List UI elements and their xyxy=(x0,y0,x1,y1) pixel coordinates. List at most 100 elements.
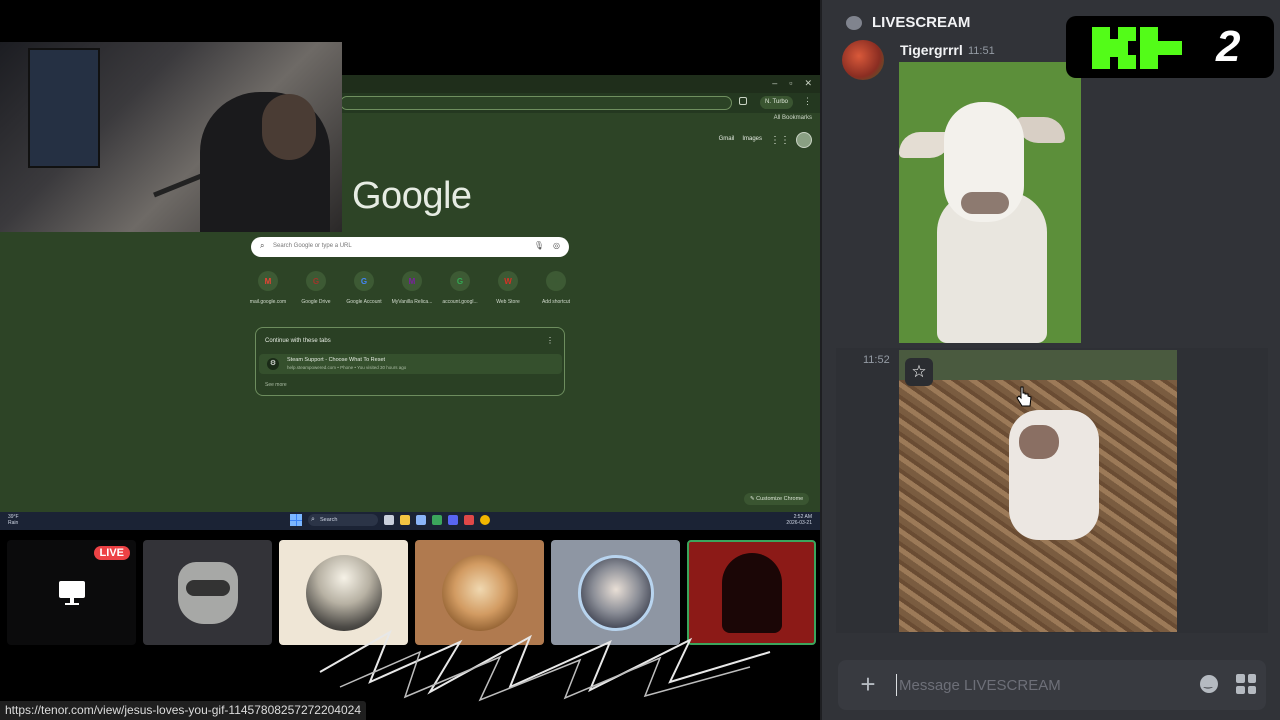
shortcut-label: Google Drive xyxy=(301,299,331,305)
shortcut-favicon-icon: + xyxy=(546,271,566,291)
window-controls: – ▫ ✕ xyxy=(772,78,812,89)
shortcut-label: MyVanilla Relica... xyxy=(391,299,433,305)
file-explorer-icon[interactable] xyxy=(400,515,410,525)
see-more-link[interactable]: See more xyxy=(265,382,287,388)
shortcut-tile[interactable]: G Google Account xyxy=(340,271,388,305)
message-author-name[interactable]: Tigergrrrl xyxy=(900,42,963,58)
taskbar-search[interactable]: Search xyxy=(308,514,378,526)
browser-menu-icon[interactable]: ⋮ xyxy=(803,96,812,107)
shortcut-tile[interactable]: + Add shortcut xyxy=(532,271,580,305)
shortcut-label: mail.google.com xyxy=(249,299,287,305)
baby-goat-spot xyxy=(1019,425,1059,459)
taskbar-clock[interactable]: 2:52 AM 2026-03-21 xyxy=(786,514,812,526)
media-app-icon[interactable] xyxy=(464,515,474,525)
channel-name: LIVESCREAM xyxy=(872,14,971,31)
favorite-star-icon[interactable]: ☆ xyxy=(905,358,933,386)
message-author-avatar[interactable] xyxy=(842,40,884,80)
store-icon[interactable] xyxy=(416,515,426,525)
message-timestamp: 11:52 xyxy=(863,354,890,366)
microphone-icon[interactable]: 🎙 xyxy=(534,241,544,250)
google-apps-icon[interactable]: ⋮⋮ xyxy=(770,135,790,146)
raccoon-avatar xyxy=(177,561,238,624)
goat-gif-attachment[interactable] xyxy=(899,62,1081,343)
google-account-avatar[interactable] xyxy=(796,132,812,148)
tabs-card-heading: Continue with these tabs xyxy=(265,338,331,344)
windows-taskbar: 39°F Rain Search 2:52 AM 2026-03-21 xyxy=(0,512,820,530)
shortcut-label: account.googl... xyxy=(442,299,478,305)
message-composer: + xyxy=(838,660,1266,710)
shortcut-favicon-icon: M xyxy=(258,271,278,291)
recent-tab-title: Steam Support - Choose What To Reset xyxy=(287,357,386,363)
shortcut-favicon-icon: G xyxy=(450,271,470,291)
card-menu-icon[interactable]: ⋮ xyxy=(546,336,554,345)
webcam-monitor xyxy=(28,48,100,168)
stream-area: – ▫ ✕ N. Turbo ⋮ All Bookmarks Gmail Ima… xyxy=(0,0,820,720)
lens-icon[interactable]: ◎ xyxy=(553,241,560,250)
goat-mouth xyxy=(961,192,1009,214)
app-root: – ▫ ✕ N. Turbo ⋮ All Bookmarks Gmail Ima… xyxy=(0,0,1280,720)
customize-label: Customize Chrome xyxy=(756,496,804,502)
hand-cursor-icon xyxy=(1016,386,1032,407)
google-search-box[interactable]: ⌕ Search Google or type a URL 🎙 ◎ xyxy=(251,237,569,257)
overlay-number: 2 xyxy=(1216,22,1241,71)
discord-panel: LIVESCREAM Tigergrrrl 11:51 11:52 ☆ + xyxy=(820,0,1280,720)
webcam-streamer-head xyxy=(262,94,316,160)
recent-tab-subtitle: help.steampowered.com • Phone • You visi… xyxy=(287,365,407,370)
recent-tab-item[interactable]: ⚙ Steam Support - Choose What To Reset h… xyxy=(259,354,562,374)
clock-date: 2026-03-21 xyxy=(786,520,812,526)
windows-start-icon[interactable] xyxy=(290,514,302,526)
shortcut-favicon-icon: G xyxy=(354,271,374,291)
shortcut-favicon-icon: G xyxy=(306,271,326,291)
google-top-links: Gmail Images xyxy=(719,136,762,142)
weather-widget[interactable]: 39°F Rain xyxy=(8,514,19,526)
shortcut-favicon-icon: W xyxy=(498,271,518,291)
shortcut-label: Add shortcut xyxy=(541,299,571,305)
live-badge: LIVE xyxy=(93,546,130,560)
forum-channel-icon xyxy=(846,16,862,30)
all-bookmarks-link[interactable]: All Bookmarks xyxy=(774,115,812,121)
search-placeholder: Search Google or type a URL xyxy=(273,243,352,249)
add-attachment-button[interactable]: + xyxy=(854,670,882,698)
message-input[interactable] xyxy=(896,674,1186,696)
maximize-icon[interactable]: ▫ xyxy=(789,78,792,89)
status-url-bar: https://tenor.com/view/jesus-loves-you-g… xyxy=(0,701,367,720)
gif-fence xyxy=(899,350,1177,380)
shortcuts-row: Mmail.google.com G Google Drive G Google Acc… xyxy=(244,271,580,305)
shortcut-tile[interactable]: Gaccount.googl... xyxy=(436,271,484,305)
monitor-icon xyxy=(58,580,85,605)
shortcut-tile[interactable]: W Web Store xyxy=(484,271,532,305)
chrome-app-icon[interactable] xyxy=(480,515,490,525)
shortcut-tile[interactable]: Mmail.google.com xyxy=(244,271,292,305)
taskbar-apps: Search xyxy=(290,514,490,526)
stream-overlay-scribble xyxy=(319,629,771,702)
search-icon: ⌕ xyxy=(260,241,265,250)
goat-ear xyxy=(1017,117,1065,143)
discord-app-icon[interactable] xyxy=(448,515,458,525)
task-view-icon[interactable] xyxy=(384,515,394,525)
shortcut-tile[interactable]: M MyVanilla Relica... xyxy=(388,271,436,305)
emoji-icon[interactable] xyxy=(1200,675,1218,693)
kick-overlay-badge: 2 xyxy=(1066,16,1274,78)
customize-chrome-button[interactable]: ✎ Customize Chrome xyxy=(744,493,810,505)
close-icon[interactable]: ✕ xyxy=(804,78,812,89)
shortcut-label: Google Account xyxy=(346,299,382,305)
apps-icon[interactable] xyxy=(1236,674,1256,694)
steam-icon: ⚙ xyxy=(267,358,279,370)
images-link[interactable]: Images xyxy=(742,136,762,142)
profile-chip[interactable]: N. Turbo xyxy=(760,96,794,109)
shortcut-label: Web Store xyxy=(496,299,520,305)
shortcut-favicon-icon: M xyxy=(402,271,422,291)
kick-logo-icon xyxy=(1092,27,1182,69)
address-bar[interactable] xyxy=(340,96,732,110)
gmail-link[interactable]: Gmail xyxy=(719,136,735,142)
webcam-feed xyxy=(0,42,342,232)
game-icon[interactable] xyxy=(432,515,442,525)
message-timestamp: 11:51 xyxy=(968,45,995,57)
participant-tile-screen-share[interactable]: LIVE xyxy=(7,540,136,645)
weather-text: 39°F Rain xyxy=(8,514,19,526)
minimize-icon[interactable]: – xyxy=(772,78,777,89)
extensions-icon[interactable] xyxy=(739,97,747,105)
shortcut-tile[interactable]: G Google Drive xyxy=(292,271,340,305)
participant-tile-raccoon[interactable] xyxy=(143,540,272,645)
baby-goat-gif-attachment[interactable]: ☆ xyxy=(899,350,1177,632)
